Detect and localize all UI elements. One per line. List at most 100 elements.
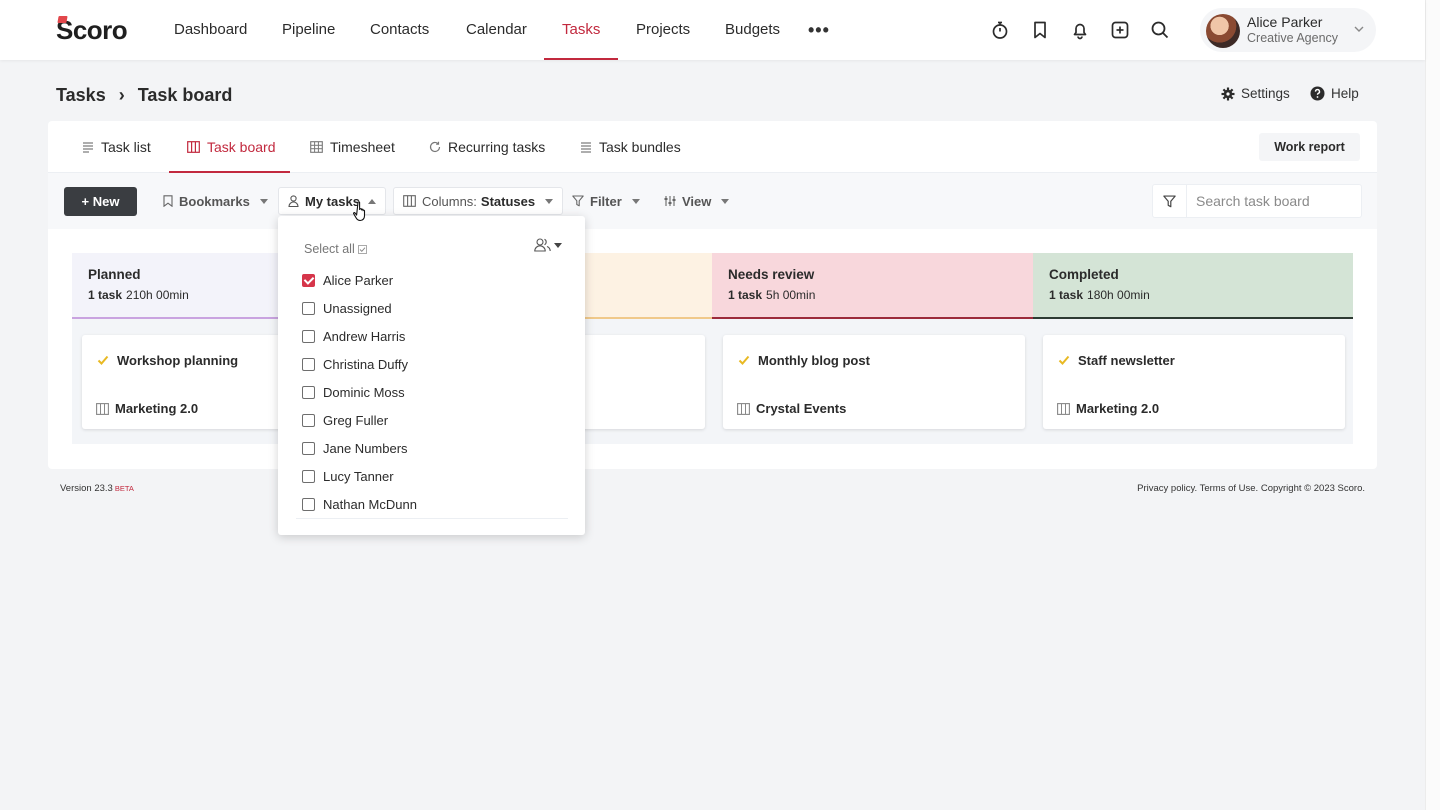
checkbox[interactable] [302,469,315,483]
checkmark-icon [1058,355,1070,365]
tab-recurring-tasks[interactable]: Recurring tasks [429,121,545,173]
person-option[interactable]: Alice Parker [302,266,393,294]
new-task-button[interactable]: + New [64,187,137,216]
divider [296,518,568,519]
top-navigation: Scoro Dashboard Pipeline Contacts Calend… [0,0,1425,60]
task-title: Monthly blog post [758,353,870,368]
tab-timesheet[interactable]: Timesheet [310,121,395,173]
user-menu[interactable]: Alice Parker Creative Agency [1200,8,1376,52]
gear-icon [1221,87,1235,100]
project-name: Crystal Events [756,401,847,416]
person-name: Nathan McDunn [323,496,417,512]
person-option[interactable]: Dominic Moss [302,378,405,406]
task-project: Marketing 2.0 [96,401,198,416]
tab-label: Timesheet [330,139,395,155]
kanban-board: Planned 1 task 210h 00min Needs review 1 … [72,253,1353,444]
person-option[interactable]: Jane Numbers [302,434,408,462]
column-count: 1 task [88,288,123,302]
help-label: Help [1331,86,1359,101]
column-title: Completed [1049,267,1119,282]
columns-value: Statuses [480,193,536,209]
nav-calendar[interactable]: Calendar [466,0,527,60]
nav-tasks[interactable]: Tasks [562,0,600,60]
user-group-toggle[interactable] [534,238,562,252]
task-project: Marketing 2.0 [1057,401,1159,416]
column-meta: 1 task 210h 00min [88,288,189,302]
scoro-logo[interactable]: Scoro [56,15,128,45]
checkbox[interactable] [302,441,315,455]
nav-projects[interactable]: Projects [636,0,690,60]
column-completed: Completed 1 task 180h 00min [1033,253,1353,319]
hand-cursor-icon [353,201,366,222]
view-dropdown[interactable]: View [664,187,730,215]
person-option[interactable]: Lucy Tanner [302,462,394,490]
user-organization: Creative Agency [1247,31,1339,45]
bookmarks-dropdown[interactable]: Bookmarks [163,187,268,215]
checkbox[interactable] [302,413,315,427]
nav-budgets[interactable]: Budgets [725,0,780,60]
breadcrumb-separator: › [118,85,125,105]
person-name: Dominic Moss [323,384,405,400]
task-title: Workshop planning [117,353,239,368]
task-title: Staff newsletter [1078,353,1175,368]
caret-down-icon [259,198,268,204]
column-count: 1 task [728,288,763,302]
timer-icon[interactable] [990,20,1010,40]
person-option[interactable]: Unassigned [302,294,392,322]
caret-down-icon [545,198,554,204]
nav-dashboard[interactable]: Dashboard [174,0,247,60]
checkbox[interactable] [302,497,315,511]
search-filter-button[interactable] [1153,185,1187,217]
checkbox[interactable] [302,301,315,315]
checkbox[interactable] [302,385,315,399]
columns-dropdown[interactable]: Columns: Statuses [393,187,564,215]
task-card[interactable]: Staff newsletter Marketing 2.0 [1043,335,1345,429]
list-icon [83,142,93,153]
search-input[interactable] [1188,185,1360,217]
person-icon [288,195,299,207]
column-hours: 180h 00min [1087,288,1150,302]
person-option[interactable]: Andrew Harris [302,322,405,350]
person-option[interactable]: Greg Fuller [302,406,388,434]
more-menu-icon[interactable]: ••• [808,20,830,41]
tab-bar: Task list Task board Timesheet Recurring… [48,121,1377,173]
filter-label: Filter [590,193,622,209]
project-name: Marketing 2.0 [115,401,199,416]
tab-task-list[interactable]: Task list [82,121,151,173]
settings-label: Settings [1241,86,1290,101]
select-all-button[interactable]: Select all [304,242,367,256]
refresh-icon [429,141,441,153]
task-card[interactable]: Monthly blog post Crystal Events [723,335,1025,429]
nav-contacts[interactable]: Contacts [370,0,429,60]
person-name: Lucy Tanner [323,468,394,484]
help-link[interactable]: Help [1310,86,1359,101]
checkbox[interactable] [302,357,315,371]
bookmark-icon[interactable] [1030,20,1050,40]
filter-icon [572,195,584,207]
tab-task-bundles[interactable]: Task bundles [580,121,681,173]
settings-link[interactable]: Settings [1221,86,1290,101]
breadcrumb-root[interactable]: Tasks [56,85,106,106]
work-report-button[interactable]: Work report [1259,133,1360,161]
beta-badge: BETA [114,484,134,493]
search-icon[interactable] [1150,20,1170,40]
checkbox[interactable] [302,273,315,287]
project-icon [737,402,750,415]
add-icon[interactable] [1110,20,1130,40]
task-board-panel: Task list Task board Timesheet Recurring… [48,121,1377,469]
nav-pipeline[interactable]: Pipeline [282,0,335,60]
view-label: View [682,193,712,209]
tab-task-board[interactable]: Task board [187,121,275,173]
nav-active-indicator [544,58,618,60]
legal-links[interactable]: Privacy policy. Terms of Use. Copyright … [1137,483,1365,494]
checkbox[interactable] [302,329,315,343]
person-option[interactable]: Christina Duffy [302,350,408,378]
bookmark-icon [163,195,173,207]
board-icon [187,141,200,153]
bell-icon[interactable] [1070,20,1090,40]
filter-dropdown[interactable]: Filter [572,187,640,215]
person-option[interactable]: Nathan McDunn [302,490,417,518]
logo-mark [57,16,68,23]
task-project: Crystal Events [737,401,846,416]
window-scrollbar[interactable] [1425,0,1440,810]
